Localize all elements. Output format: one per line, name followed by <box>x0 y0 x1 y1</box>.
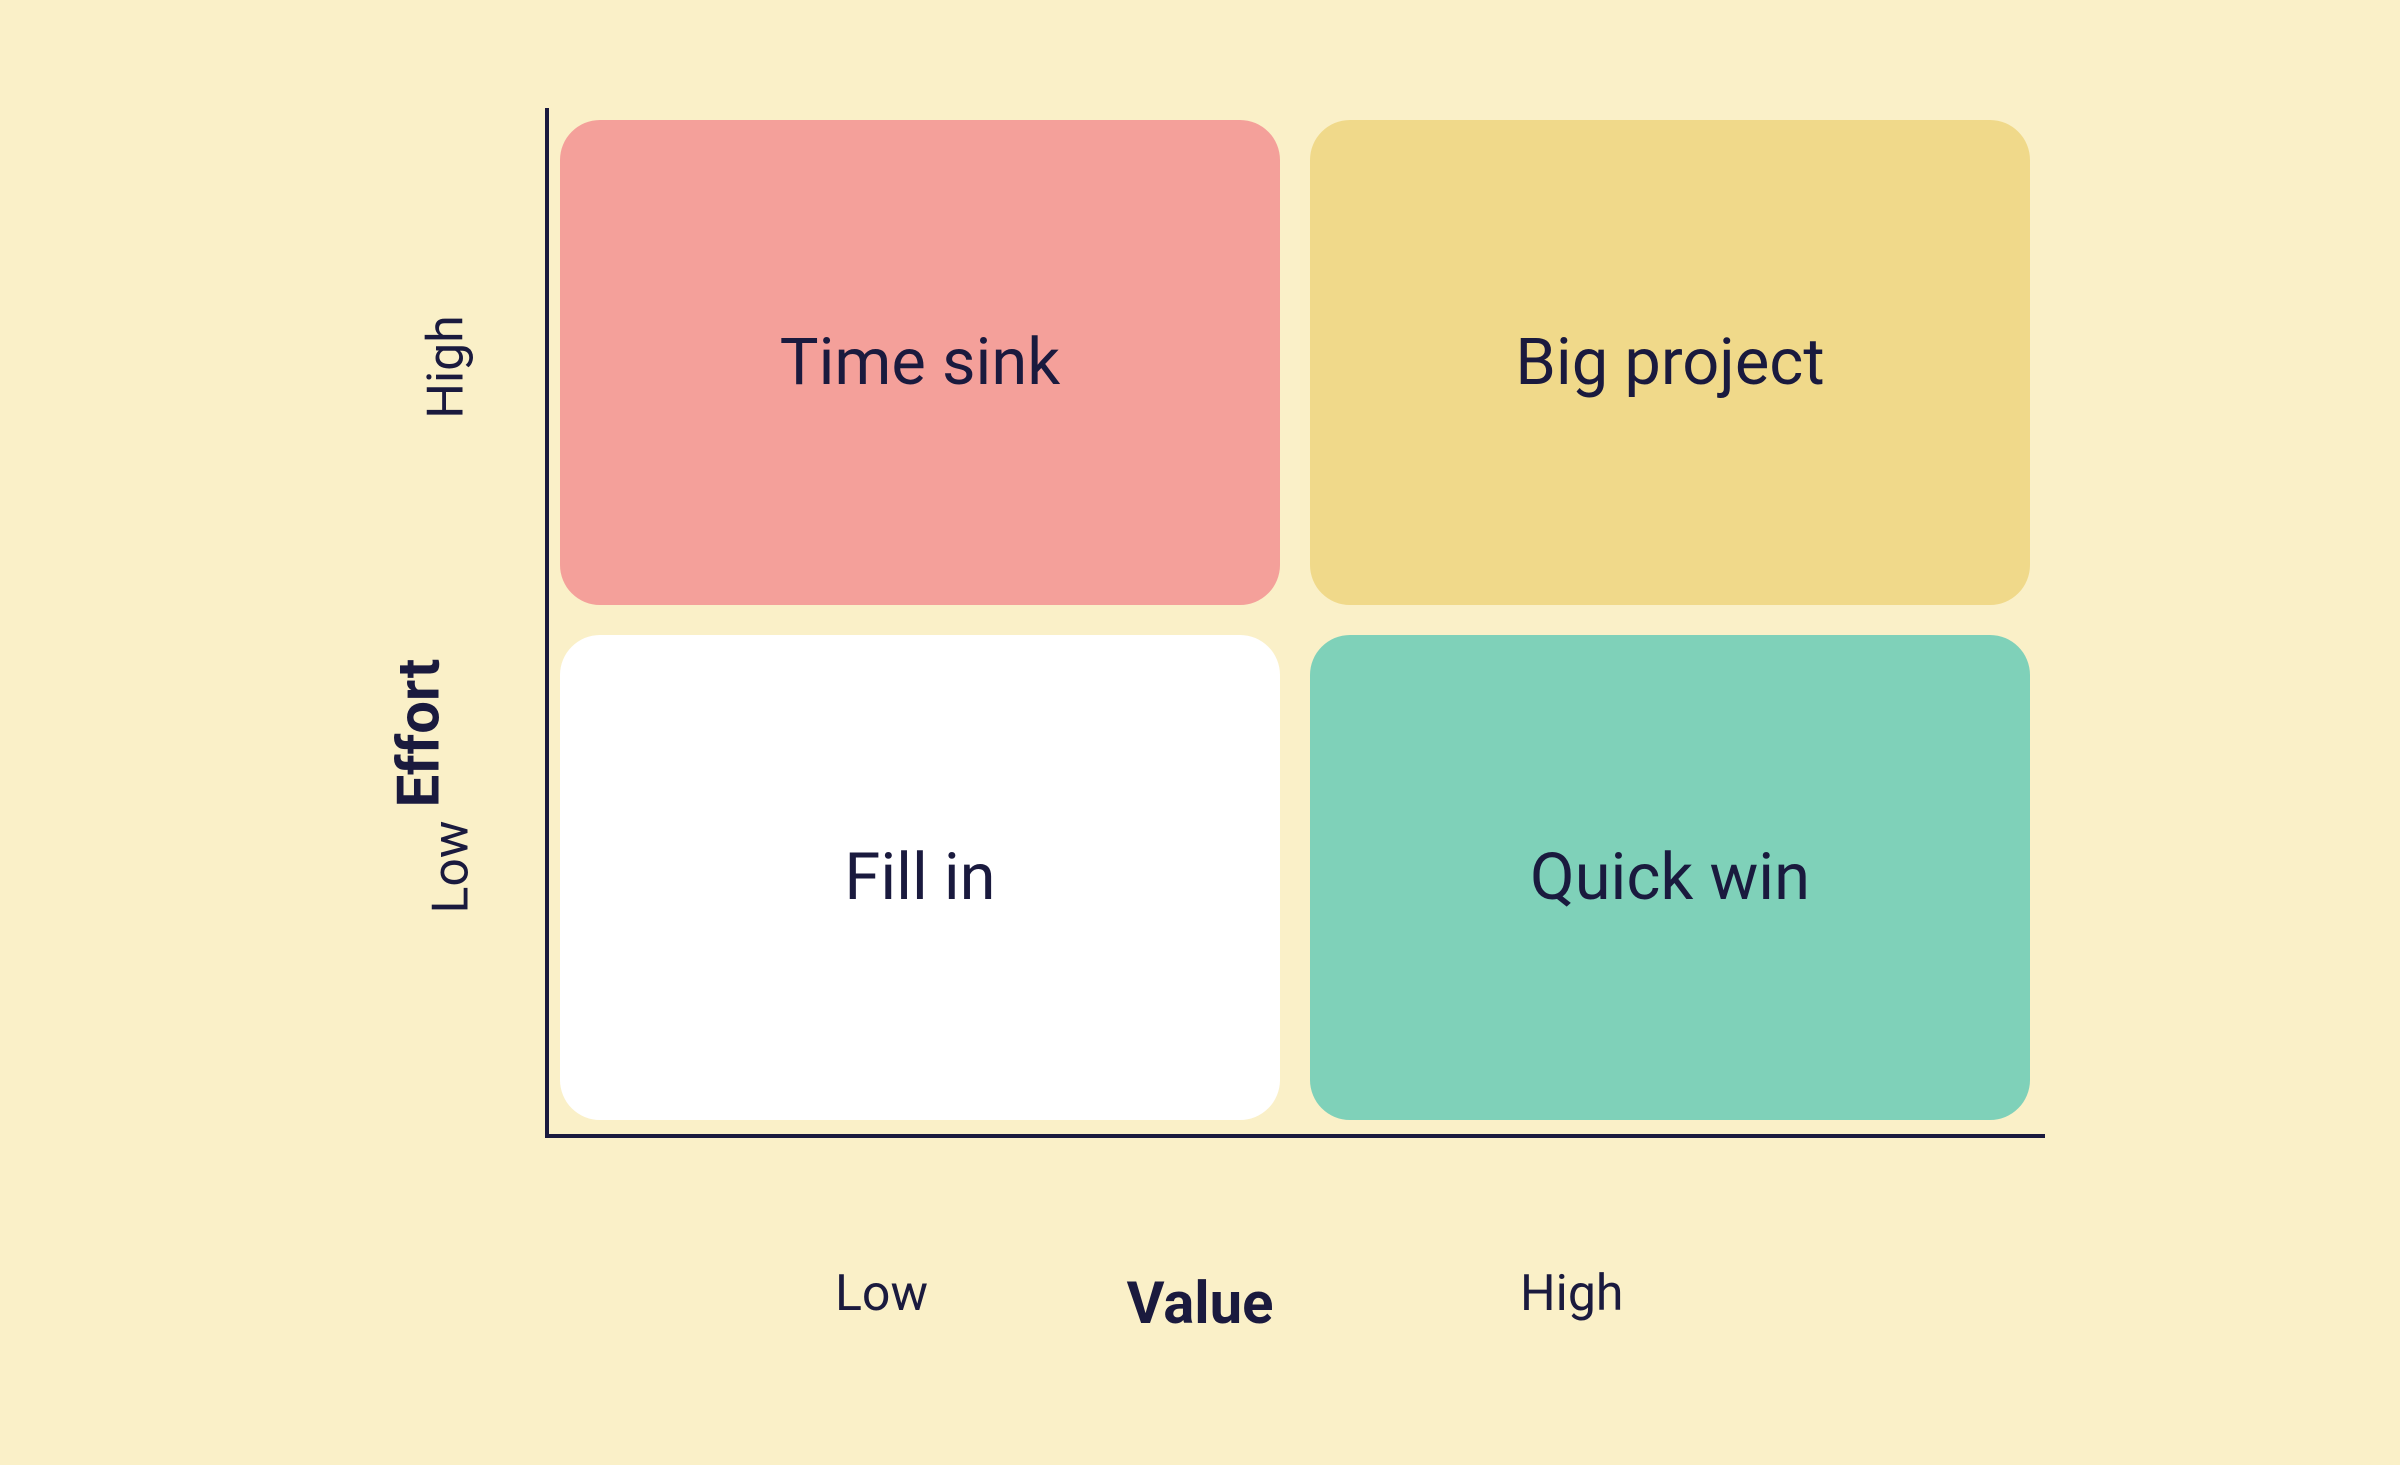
quadrant-quick-win: Quick win <box>1310 635 2030 1120</box>
quadrant-big-project: Big project <box>1310 120 2030 605</box>
quadrants-grid: Time sink Big project Fill in Quick win <box>560 120 2030 1120</box>
quadrant-time-sink: Time sink <box>560 120 1280 605</box>
quadrant-fill-in: Fill in <box>560 635 1280 1120</box>
effort-value-matrix: Effort High Low Time sink Big project Fi… <box>240 108 2160 1358</box>
x-axis-label: Value <box>1127 1270 1274 1338</box>
y-axis-tick-low: Low <box>423 820 481 913</box>
y-axis-tick-high: High <box>418 315 476 418</box>
x-axis-tick-high: High <box>1520 1265 1623 1323</box>
y-axis-label: Effort <box>385 658 453 807</box>
x-axis-tick-low: Low <box>835 1265 928 1323</box>
